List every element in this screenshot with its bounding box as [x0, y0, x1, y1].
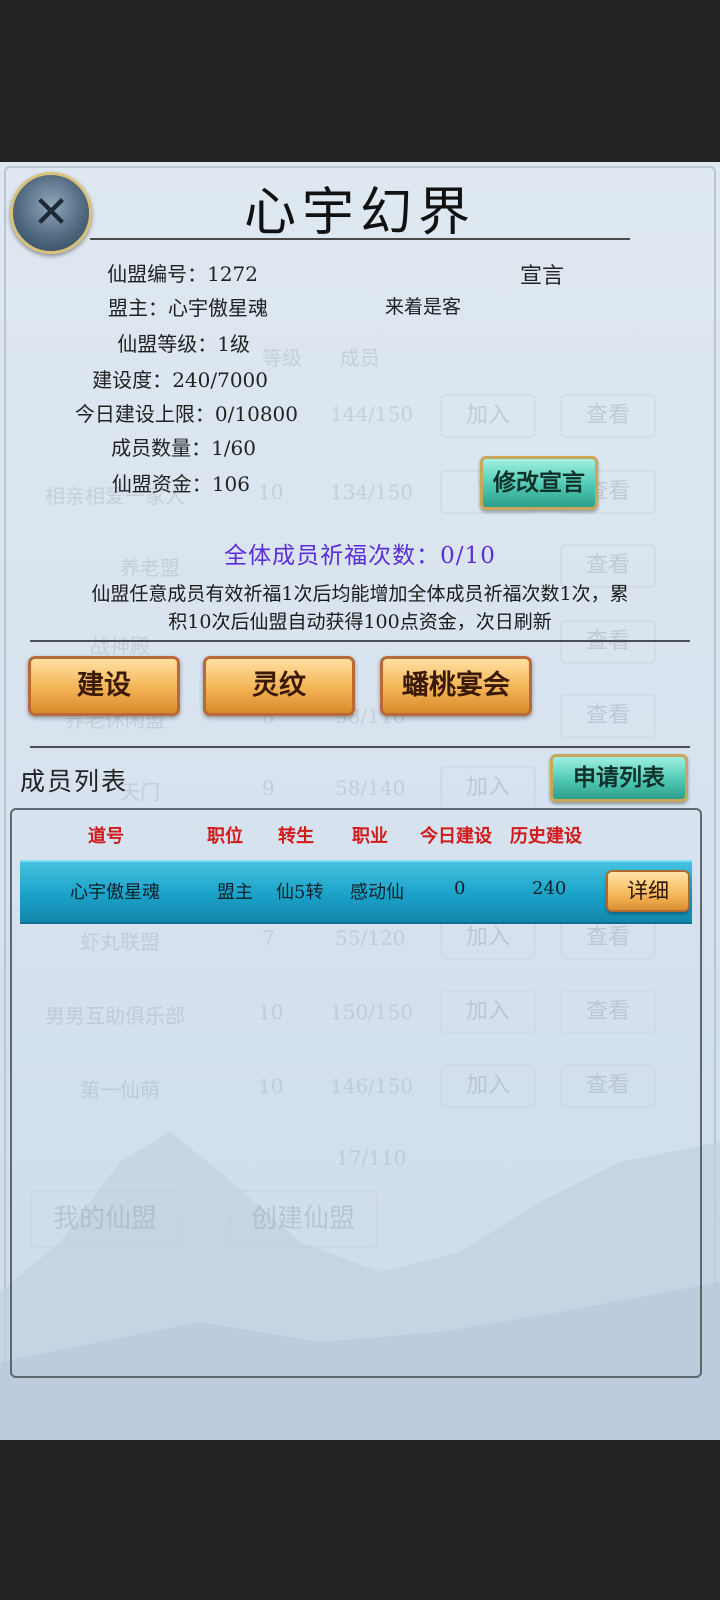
blessing-desc-line1: 仙盟任意成员有效祈福1次后均能增加全体成员祈福次数1次，累 — [91, 583, 629, 605]
bg-header-members: 成员 — [340, 346, 380, 370]
bg-view-button: 查看 — [560, 394, 656, 438]
build-label: 建设度： — [92, 368, 173, 392]
alliance-funds: 仙盟资金：106 — [112, 468, 250, 497]
funds-value: 106 — [211, 472, 250, 496]
header-position: 职位 — [207, 826, 243, 847]
build-degree: 建设度：240/7000 — [92, 364, 268, 393]
blessing-desc-line2: 积10次后仙盟自动获得100点资金，次日刷新 — [168, 611, 552, 633]
daily-limit-value: 0/10800 — [214, 402, 298, 426]
member-rebirth: 仙5转 — [276, 882, 324, 903]
alliance-level: 仙盟等级：1级 — [117, 328, 250, 357]
declaration-title: 宣言 — [520, 264, 565, 289]
alliance-leader: 盟主：心宇傲星魂 — [108, 292, 268, 321]
bg-join-button: 加入 — [440, 766, 536, 810]
bg-header-level: 等级 — [262, 346, 302, 370]
bg-row-members: 134/150 — [330, 480, 414, 504]
header-today-build: 今日建设 — [420, 826, 492, 847]
member-position: 盟主 — [217, 882, 253, 903]
title-divider — [90, 238, 630, 240]
edit-declaration-button[interactable]: 修改宣言 — [480, 456, 598, 510]
peach-banquet-button[interactable]: 蟠桃宴会 — [380, 656, 532, 716]
alliance-title: 心宇幻界 — [243, 183, 476, 243]
level-label: 仙盟等级： — [117, 332, 218, 356]
daily-build-limit: 今日建设上限：0/10800 — [75, 398, 298, 427]
header-class: 职业 — [352, 826, 388, 847]
bg-join-button: 加入 — [440, 394, 536, 438]
build-value: 240/7000 — [172, 368, 268, 392]
member-history-build: 240 — [532, 878, 567, 899]
bg-row-level: 10 — [258, 480, 284, 504]
declaration-text: 来着是客 — [385, 296, 462, 318]
bg-row-members: 144/150 — [330, 402, 414, 426]
funds-label: 仙盟资金： — [111, 472, 212, 496]
member-class: 感动仙 — [350, 882, 404, 903]
header-name: 道号 — [88, 826, 124, 847]
bg-row-members: 58/140 — [335, 776, 406, 800]
blessing-count: 全体成员祈福次数：0/10 — [224, 543, 496, 569]
level-value: 1级 — [217, 332, 250, 356]
bg-view-button: 查看 — [560, 694, 656, 738]
alliance-id: 仙盟编号：1272 — [107, 258, 258, 287]
leader-value: 心宇傲星魂 — [168, 296, 268, 320]
members-label: 成员数量： — [111, 436, 212, 460]
alliance-id-label: 仙盟编号： — [107, 262, 208, 286]
alliance-panel: 等级 成员 144/150 加入 查看 相亲相爱一家人 10 134/150 已… — [0, 162, 720, 1440]
build-button[interactable]: 建设 — [28, 656, 180, 716]
leader-label: 盟主： — [108, 296, 168, 320]
alliance-id-value: 1272 — [207, 262, 258, 286]
header-history-build: 历史建设 — [510, 826, 582, 847]
member-name: 心宇傲星魂 — [70, 882, 160, 903]
bg-row-level: 9 — [262, 776, 275, 800]
daily-limit-label: 今日建设上限： — [74, 402, 215, 426]
blessing-description: 仙盟任意成员有效祈福1次后均能增加全体成员祈福次数1次，累 积10次后仙盟自动获… — [18, 580, 702, 636]
status-area — [0, 0, 720, 162]
member-detail-button[interactable]: 详细 — [606, 870, 690, 912]
member-today-build: 0 — [454, 878, 466, 899]
spirit-pattern-button[interactable]: 灵纹 — [203, 656, 355, 716]
members-value: 1/60 — [211, 436, 256, 460]
divider — [30, 746, 690, 748]
member-list-label: 成员列表 — [20, 767, 129, 796]
member-count: 成员数量：1/60 — [111, 432, 256, 461]
application-list-button[interactable]: 申请列表 — [550, 754, 688, 802]
divider — [30, 640, 690, 642]
bottom-area — [0, 1440, 720, 1600]
header-rebirth: 转生 — [278, 826, 314, 847]
